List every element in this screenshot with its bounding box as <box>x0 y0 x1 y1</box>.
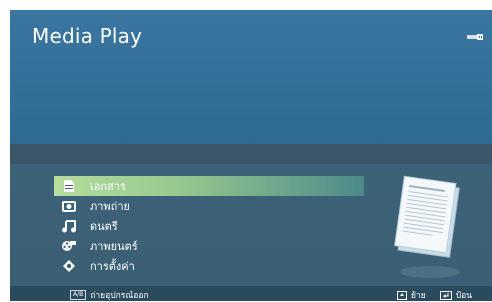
enter-key-icon <box>439 290 452 300</box>
menu-item-movies[interactable]: ภาพยนตร์ <box>54 236 364 256</box>
footer-enter-label: ป้อน <box>455 291 472 301</box>
footer-remove-hint: A/B ถ่ายอุปกรณ์ออก <box>70 288 149 301</box>
menu-item-documents[interactable]: เอกสาร <box>54 176 364 196</box>
header-area: Media Play <box>10 10 492 144</box>
divider-band <box>10 144 492 164</box>
menu-item-label: การตั้งค่า <box>90 260 135 273</box>
document-illustration <box>394 175 460 278</box>
menu-item-label: ดนตรี <box>90 220 118 233</box>
footer-move-label: ย้าย <box>410 291 426 301</box>
app-title: Media Play <box>32 24 143 48</box>
main-menu: เอกสาร ภาพถ่าย ดนตรี ภาพยนตร์ การตั้งค่า <box>54 176 364 276</box>
usb-icon <box>467 34 483 40</box>
settings-icon <box>58 257 80 275</box>
menu-item-music[interactable]: ดนตรี <box>54 216 364 236</box>
footer-bar: A/B ถ่ายอุปกรณ์ออก ย้าย ป้อน <box>10 286 492 301</box>
remove-key-icon: A/B <box>70 290 87 300</box>
document-icon <box>58 177 80 195</box>
footer-remove-label: ถ่ายอุปกรณ์ออก <box>90 291 149 301</box>
menu-item-photos[interactable]: ภาพถ่าย <box>54 196 364 216</box>
menu-item-label: เอกสาร <box>90 180 126 193</box>
menu-area: เอกสาร ภาพถ่าย ดนตรี ภาพยนตร์ การตั้งค่า <box>10 164 492 286</box>
footer-nav-hints: ย้าย ป้อน <box>396 288 472 301</box>
footer-move-hint: ย้าย <box>396 288 426 301</box>
tv-screen: Media Play เอกสาร ภาพถ่าย ดนตรี ภาพยนตร์… <box>10 10 492 301</box>
music-icon <box>58 217 80 235</box>
menu-item-label: ภาพยนตร์ <box>90 240 138 253</box>
menu-item-settings[interactable]: การตั้งค่า <box>54 256 364 276</box>
move-key-icon <box>396 290 407 300</box>
footer-enter-hint: ป้อน <box>439 288 472 301</box>
movie-icon <box>58 237 80 255</box>
photo-icon <box>58 197 80 215</box>
menu-item-label: ภาพถ่าย <box>90 200 130 213</box>
